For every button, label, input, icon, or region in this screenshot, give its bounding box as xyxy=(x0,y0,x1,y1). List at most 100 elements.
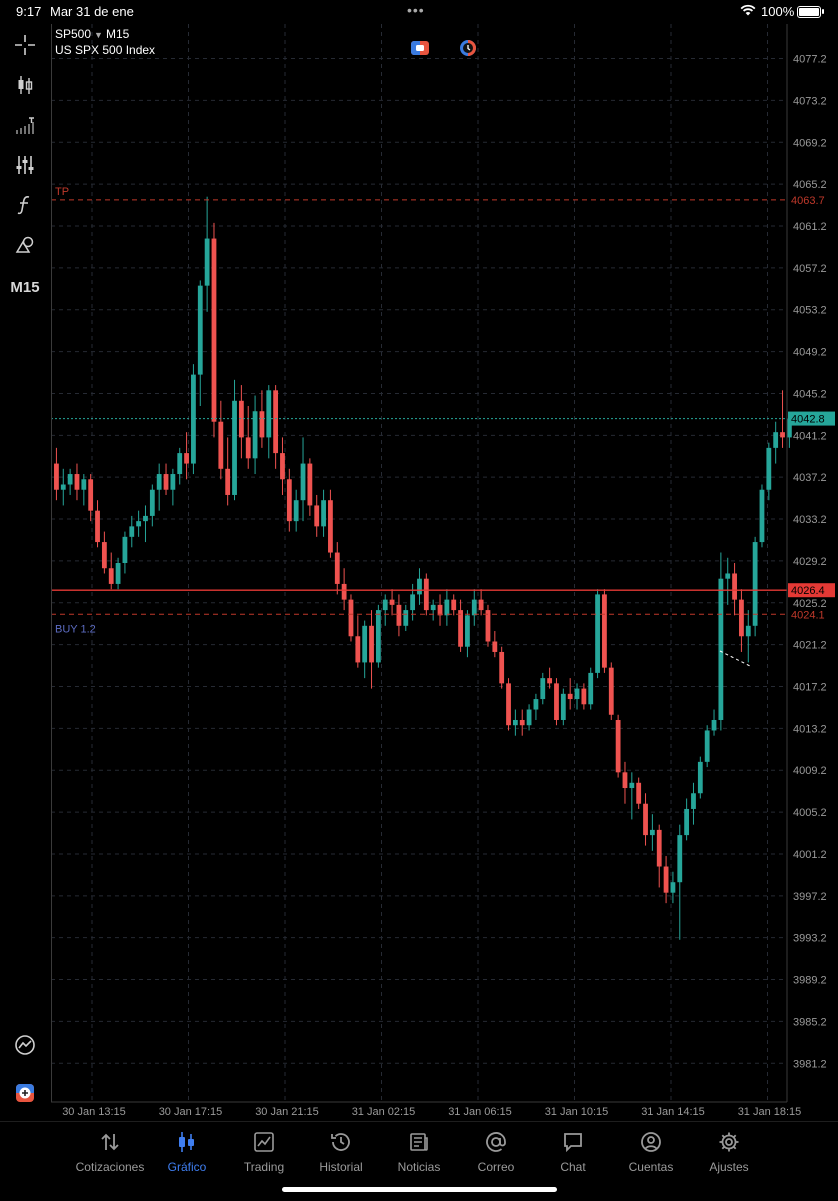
candle-body xyxy=(369,625,374,663)
candle-body xyxy=(334,552,340,584)
crosshair-icon[interactable] xyxy=(5,30,45,60)
candle xyxy=(328,489,333,558)
time-tick-label: 31 Jan 14:15 xyxy=(641,1106,705,1118)
price-tick-label: 4005.2 xyxy=(793,807,827,819)
candle-body xyxy=(636,782,642,804)
price-tick-label: 4029.2 xyxy=(793,556,827,568)
candle xyxy=(471,589,477,626)
price-tick-label: 4033.2 xyxy=(793,514,827,526)
candle xyxy=(293,489,299,532)
tab-correo[interactable]: Correo xyxy=(457,1130,535,1174)
candle xyxy=(369,610,374,689)
symbol-description: US SPX 500 Index xyxy=(55,43,156,57)
price-tick-label: 4077.2 xyxy=(793,54,827,66)
candle-body xyxy=(773,432,779,448)
indicators-icon[interactable] xyxy=(5,110,45,140)
candle xyxy=(478,589,484,616)
multitasking-dots-icon[interactable]: ••• xyxy=(407,2,425,18)
candle-body xyxy=(81,479,87,490)
candle-body xyxy=(547,678,553,684)
candle xyxy=(691,782,696,825)
candle-body xyxy=(725,573,731,579)
clock-icon[interactable] xyxy=(458,39,478,57)
candle-body xyxy=(266,390,272,438)
candle-body xyxy=(574,688,580,700)
candle xyxy=(362,620,368,679)
tab-cuentas[interactable]: Cuentas xyxy=(612,1130,690,1174)
candle xyxy=(307,458,313,516)
candle xyxy=(156,463,162,511)
tab-label: Ajustes xyxy=(709,1160,749,1174)
settings-sliders-icon[interactable] xyxy=(5,150,45,180)
candle-body xyxy=(184,453,189,464)
candle xyxy=(560,688,566,726)
tab-label: Cotizaciones xyxy=(75,1160,145,1174)
candle-body xyxy=(328,500,333,553)
timeframe-button[interactable]: M15 xyxy=(5,272,45,302)
analytics-icon[interactable] xyxy=(5,1030,45,1060)
candle xyxy=(437,594,443,626)
candle xyxy=(608,662,614,720)
candle xyxy=(615,714,621,778)
tab-noticias[interactable]: Noticias xyxy=(380,1130,458,1174)
tab-grfico[interactable]: Gráfico xyxy=(148,1130,226,1174)
candle-body xyxy=(423,578,429,611)
candles-icon[interactable] xyxy=(5,70,45,100)
tab-chat[interactable]: Chat xyxy=(534,1130,612,1174)
candle xyxy=(519,709,525,736)
candle-body xyxy=(136,521,142,527)
candle-body xyxy=(478,599,484,611)
gear-icon xyxy=(690,1130,768,1154)
candle xyxy=(170,468,176,506)
candle xyxy=(204,196,210,312)
tab-trading[interactable]: Trading xyxy=(225,1130,303,1174)
level-price-label: 4024.1 xyxy=(791,609,825,621)
candle-body xyxy=(465,615,470,647)
candle xyxy=(355,615,361,668)
candle-body xyxy=(115,563,121,584)
candle xyxy=(396,594,402,637)
symbol-name: SP500 xyxy=(55,27,92,41)
candle-body xyxy=(615,719,621,773)
chart-levels: TP 4063.7 BUY 1.2 4024.1 4026.4 4042.8 xyxy=(51,186,835,635)
candle-body xyxy=(348,599,354,637)
candle-body xyxy=(506,683,511,726)
price-chart[interactable]: TP 4063.7 BUY 1.2 4024.1 4026.4 4042.8 4077.2… xyxy=(51,24,838,1120)
candle xyxy=(191,364,196,475)
time-tick-label: 31 Jan 10:15 xyxy=(545,1106,609,1118)
candle xyxy=(300,437,306,522)
candle-body xyxy=(170,474,176,490)
candle-body xyxy=(273,390,279,454)
at-icon xyxy=(457,1130,535,1154)
candle-body xyxy=(684,808,690,836)
candle-body xyxy=(526,709,532,726)
time-tick-label: 31 Jan 06:15 xyxy=(448,1106,512,1118)
candle-body xyxy=(745,625,751,637)
symbol-timeframe-label: M15 xyxy=(105,27,130,41)
candle xyxy=(81,474,87,506)
tab-ajustes[interactable]: Ajustes xyxy=(690,1130,768,1174)
tab-cotizaciones[interactable]: Cotizaciones xyxy=(71,1130,149,1174)
function-icon[interactable] xyxy=(5,190,45,220)
symbol-timeframe[interactable]: SP500 ▼ M15 xyxy=(55,27,129,41)
candle xyxy=(574,683,580,710)
candle-body xyxy=(355,636,361,663)
objects-icon[interactable] xyxy=(5,230,45,260)
candle xyxy=(273,385,279,469)
candle xyxy=(334,542,340,595)
candle xyxy=(752,536,758,637)
time-tick-label: 30 Jan 21:15 xyxy=(255,1106,319,1118)
level-label: BUY 1.2 xyxy=(55,623,96,635)
candle-body xyxy=(766,447,772,490)
new-order-icon[interactable] xyxy=(5,1078,45,1108)
candle xyxy=(197,280,203,407)
candle xyxy=(108,552,114,590)
candle-body xyxy=(321,500,326,527)
one-click-trading-icon[interactable] xyxy=(410,39,430,57)
candle xyxy=(588,667,594,710)
candle-body xyxy=(108,568,114,584)
candle xyxy=(143,505,148,543)
candle-body xyxy=(732,573,737,600)
tab-historial[interactable]: Historial xyxy=(302,1130,380,1174)
candle-body xyxy=(560,693,566,720)
